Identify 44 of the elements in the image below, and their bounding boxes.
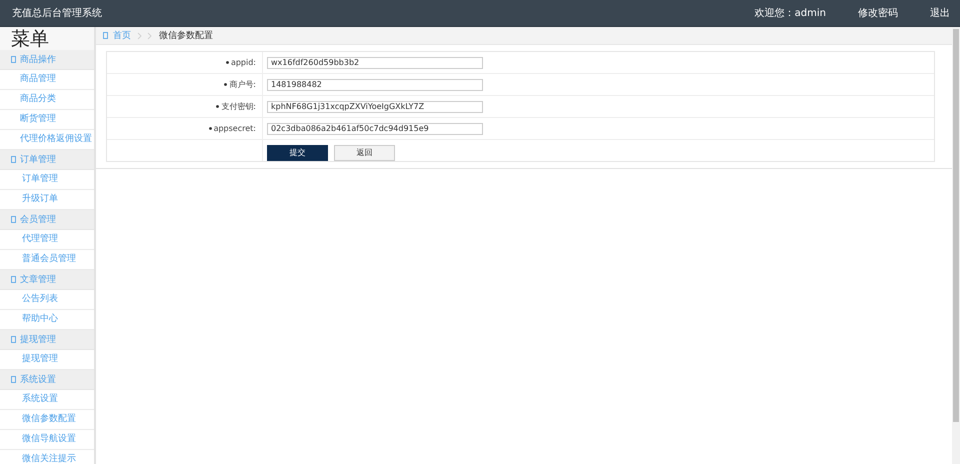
menu-item[interactable]: 普通会员管理 — [0, 250, 94, 270]
app-title: 充值总后台管理系统 — [12, 6, 102, 20]
scrollbar-thumb[interactable] — [953, 29, 959, 422]
menu-item[interactable]: 帮助中心 — [0, 310, 94, 330]
menu-item[interactable]: 公告列表 — [0, 290, 94, 310]
input-field[interactable]: 02c3dba086a2b461af50c7dc94d915e9 — [267, 122, 483, 134]
breadcrumb-current: 微信参数配置 — [159, 30, 213, 42]
menu-item[interactable]: 系统设置 — [0, 390, 94, 410]
menu-item[interactable]: 代理价格返佣设置 — [0, 130, 94, 150]
menu-group[interactable]: 商品操作 — [0, 50, 94, 70]
field-label: 商户号: — [229, 79, 256, 90]
menu-item[interactable]: 升级订单 — [0, 190, 94, 210]
field-label: appsecret: — [214, 124, 256, 133]
menu-group[interactable]: 会员管理 — [0, 210, 94, 230]
back-button[interactable]: 返回 — [334, 144, 395, 160]
menu-item[interactable]: 订单管理 — [0, 170, 94, 190]
menu-item[interactable]: 商品分类 — [0, 90, 94, 110]
required-icon — [224, 83, 228, 86]
input-field[interactable]: kphNF68G1j31xcqpZXViYoeIgGXkLY7Z — [267, 100, 483, 112]
required-icon — [208, 127, 212, 130]
input-field[interactable]: 1481988482 — [267, 78, 483, 90]
chevron-icon — [136, 32, 154, 40]
menu-item[interactable]: 代理管理 — [0, 230, 94, 250]
menu-heading: 菜单 — [10, 27, 50, 50]
breadcrumb-link[interactable]: 首页 — [113, 29, 131, 42]
menu-group[interactable]: 订单管理 — [0, 150, 94, 170]
menu-item[interactable]: 断货管理 — [0, 110, 94, 130]
input-field[interactable]: wx16fdf260d59bb3b2 — [267, 56, 483, 68]
header-link[interactable]: 修改密码 — [858, 6, 898, 20]
header-link[interactable]: 退出 — [930, 6, 950, 20]
menu-group[interactable]: 提现管理 — [0, 330, 94, 350]
menu-item[interactable]: 微信关注提示 — [0, 450, 94, 464]
welcome-text: 欢迎您：admin — [754, 6, 826, 20]
menu-item[interactable]: 商品管理 — [0, 70, 94, 90]
field-label: appid: — [230, 58, 256, 67]
required-icon — [216, 105, 220, 108]
menu-item[interactable]: 微信导航设置 — [0, 430, 94, 450]
submit-button[interactable]: 提交 — [267, 144, 328, 160]
field-label: 支付密钥: — [221, 101, 256, 112]
required-icon — [226, 61, 229, 64]
menu-item[interactable]: 提现管理 — [0, 350, 94, 370]
menu-item[interactable]: 微信参数配置 — [0, 410, 94, 430]
menu-group[interactable]: 系统设置 — [0, 370, 94, 390]
menu-group[interactable]: 文章管理 — [0, 270, 94, 290]
